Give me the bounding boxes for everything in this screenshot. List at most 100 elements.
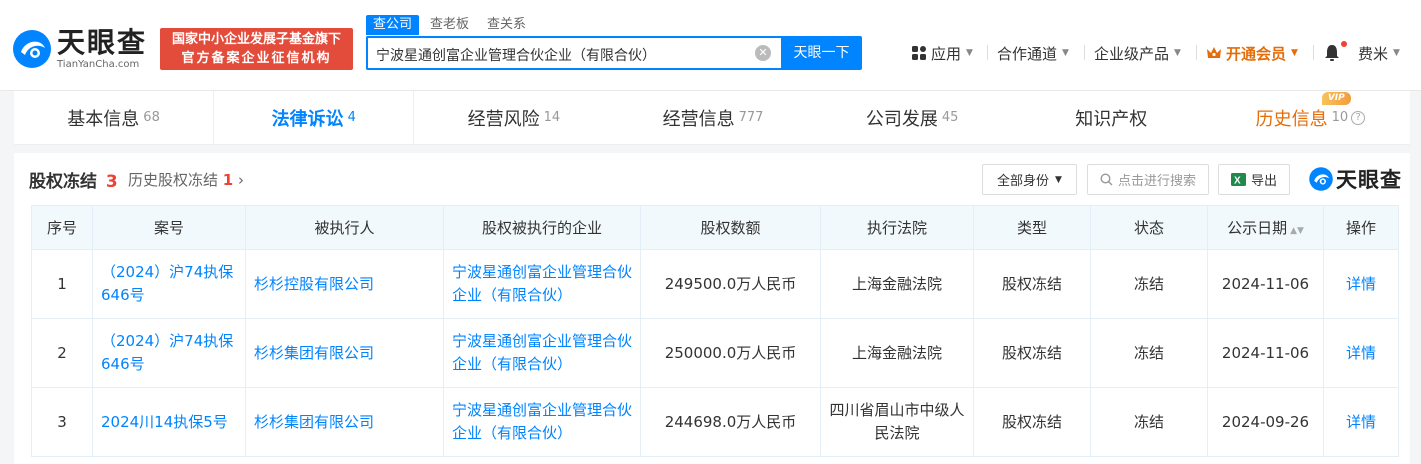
cell-executed-link[interactable]: 杉杉控股有限公司	[245, 249, 444, 319]
cell-company-link[interactable]: 宁波星通创富企业管理合伙企业（有限合伙）	[443, 318, 641, 388]
site-logo[interactable]: 天眼查 TianYanCha.com	[11, 28, 147, 70]
nav-divider	[1313, 45, 1314, 60]
search-button[interactable]: 天眼一下	[781, 36, 862, 70]
tab-business-info[interactable]: 经营信息 777	[613, 91, 812, 144]
tab-count: 10	[1331, 110, 1349, 125]
tab-count: 68	[143, 110, 160, 125]
tab-development[interactable]: 公司发展 45	[813, 91, 1012, 144]
cell-amount: 250000.0万人民币	[640, 318, 821, 388]
tab-basic-info[interactable]: 基本信息 68	[14, 91, 213, 144]
banner-line1: 国家中小企业发展子基金旗下	[171, 32, 341, 47]
tab-ip[interactable]: 知识产权	[1012, 91, 1211, 144]
nav-enterprise[interactable]: 企业级产品 ▼	[1094, 40, 1181, 66]
search-tab-company[interactable]: 查公司	[366, 15, 420, 35]
history-equity-freeze-link[interactable]: 历史股权冻结 1 ›	[128, 169, 244, 190]
nav-user[interactable]: 费米 ▼	[1358, 40, 1400, 66]
col-header-court: 执行法院	[820, 205, 974, 250]
tab-count: 45	[941, 110, 959, 125]
tab-count: 14	[543, 110, 561, 125]
help-icon[interactable]: ?	[1351, 110, 1366, 125]
panel-search-placeholder: 点击进行搜索	[1117, 174, 1196, 189]
equity-freeze-table: 序号 案号 被执行人 股权被执行的企业 股权数额 执行法院 类型 状态 公示日期…	[31, 205, 1399, 457]
nav-enterprise-label: 企业级产品	[1094, 44, 1170, 63]
chevron-down-icon: ▼	[1174, 48, 1181, 58]
chevron-down-icon: ▼	[1393, 48, 1400, 58]
nav-divider	[1084, 45, 1085, 60]
details-link[interactable]: 详情	[1323, 318, 1399, 388]
nav-vip-label: 开通会员	[1226, 44, 1287, 63]
cell-type: 股权冻结	[973, 387, 1091, 457]
col-header-action: 操作	[1323, 205, 1399, 250]
tab-label: 经营风险	[467, 108, 540, 130]
export-button[interactable]: X 导出	[1218, 164, 1290, 195]
cell-company-link[interactable]: 宁波星通创富企业管理合伙企业（有限合伙）	[443, 249, 641, 319]
crown-icon	[1207, 47, 1221, 58]
cell-amount: 244698.0万人民币	[640, 387, 821, 457]
chevron-down-icon: ▼	[1291, 48, 1298, 58]
cell-date: 2024-09-26	[1207, 387, 1324, 457]
history-count: 1	[222, 171, 234, 189]
search-type-tabs: 查公司 查老板 查关系	[366, 15, 537, 35]
col-header-status: 状态	[1090, 205, 1208, 250]
panel-search-input[interactable]: 点击进行搜索	[1087, 164, 1209, 195]
cell-status: 冻结	[1090, 318, 1208, 388]
cell-court: 上海金融法院	[820, 249, 974, 319]
tab-label: 经营信息	[662, 108, 735, 130]
col-header-date-label: 公示日期	[1227, 219, 1288, 237]
identity-filter-dropdown[interactable]: 全部身份 ▼	[982, 164, 1077, 195]
col-header-executed: 被执行人	[245, 205, 444, 250]
details-link[interactable]: 详情	[1323, 249, 1399, 319]
cell-type: 股权冻结	[973, 318, 1091, 388]
cell-amount: 249500.0万人民币	[640, 249, 821, 319]
cell-case-link[interactable]: （2024）沪74执保646号	[92, 249, 246, 319]
search-tab-relation[interactable]: 查关系	[480, 15, 533, 35]
vip-badge: VIP	[1321, 92, 1351, 105]
sort-icon[interactable]: ▲▼	[1290, 226, 1304, 236]
official-banner[interactable]: 国家中小企业发展子基金旗下 官方备案企业征信机构	[160, 28, 353, 70]
excel-icon: X	[1230, 173, 1246, 187]
cell-status: 冻结	[1090, 387, 1208, 457]
cell-court: 四川省眉山市中级人民法院	[820, 387, 974, 457]
cell-executed-link[interactable]: 杉杉集团有限公司	[245, 387, 444, 457]
col-header-no: 序号	[31, 205, 93, 250]
cell-type: 股权冻结	[973, 249, 1091, 319]
cell-company-link[interactable]: 宁波星通创富企业管理合伙企业（有限合伙）	[443, 387, 641, 457]
search-input[interactable]: 宁波星通创富企业管理合伙企业（有限合伙） ✕	[366, 36, 781, 70]
history-label: 历史股权冻结	[128, 171, 219, 189]
logo-domain: TianYanCha.com	[57, 59, 140, 70]
cell-executed-link[interactable]: 杉杉集团有限公司	[245, 318, 444, 388]
tab-label: 法律诉讼	[271, 108, 344, 130]
tab-history[interactable]: 历史信息 10 ? VIP	[1211, 91, 1410, 144]
tab-label: 基本信息	[67, 108, 140, 130]
col-header-company: 股权被执行的企业	[443, 205, 641, 250]
chevron-down-icon: ▼	[1062, 48, 1069, 58]
cell-case-link[interactable]: （2024）沪74执保646号	[92, 318, 246, 388]
banner-line2: 官方备案企业征信机构	[181, 51, 332, 66]
nav-channel[interactable]: 合作通道 ▼	[997, 40, 1069, 66]
tab-business-risk[interactable]: 经营风险 14	[414, 91, 613, 144]
nav-user-label: 费米	[1358, 44, 1389, 63]
details-link[interactable]: 详情	[1323, 387, 1399, 457]
nav-apps-label: 应用	[931, 44, 962, 63]
bell-icon[interactable]	[1323, 43, 1341, 63]
tab-count: 777	[738, 110, 764, 125]
tianyancha-logo-icon	[13, 30, 51, 68]
tab-legal[interactable]: 法律诉讼 4	[213, 91, 415, 144]
clear-search-icon[interactable]: ✕	[755, 45, 771, 61]
nav-channel-label: 合作通道	[997, 44, 1058, 63]
apps-grid-icon	[912, 46, 926, 60]
company-section-tabs: 基本信息 68 法律诉讼 4 经营风险 14 经营信息 777 公司发展 45 …	[14, 91, 1410, 145]
tab-label: 知识产权	[1075, 108, 1148, 130]
tab-count: 4	[347, 110, 356, 125]
cell-court: 上海金融法院	[820, 318, 974, 388]
watermark-text: 天眼查	[1336, 168, 1402, 192]
cell-no: 1	[31, 249, 93, 319]
nav-divider	[1196, 45, 1197, 60]
search-tab-boss[interactable]: 查老板	[423, 15, 476, 35]
tianyancha-logo-icon	[1309, 167, 1333, 191]
nav-vip[interactable]: 开通会员 ▼	[1206, 40, 1298, 66]
col-header-date[interactable]: 公示日期 ▲▼	[1207, 205, 1324, 250]
cell-case-link[interactable]: 2024川14执保5号	[92, 387, 246, 457]
search-icon	[1100, 173, 1113, 186]
nav-apps[interactable]: 应用 ▼	[912, 40, 973, 66]
